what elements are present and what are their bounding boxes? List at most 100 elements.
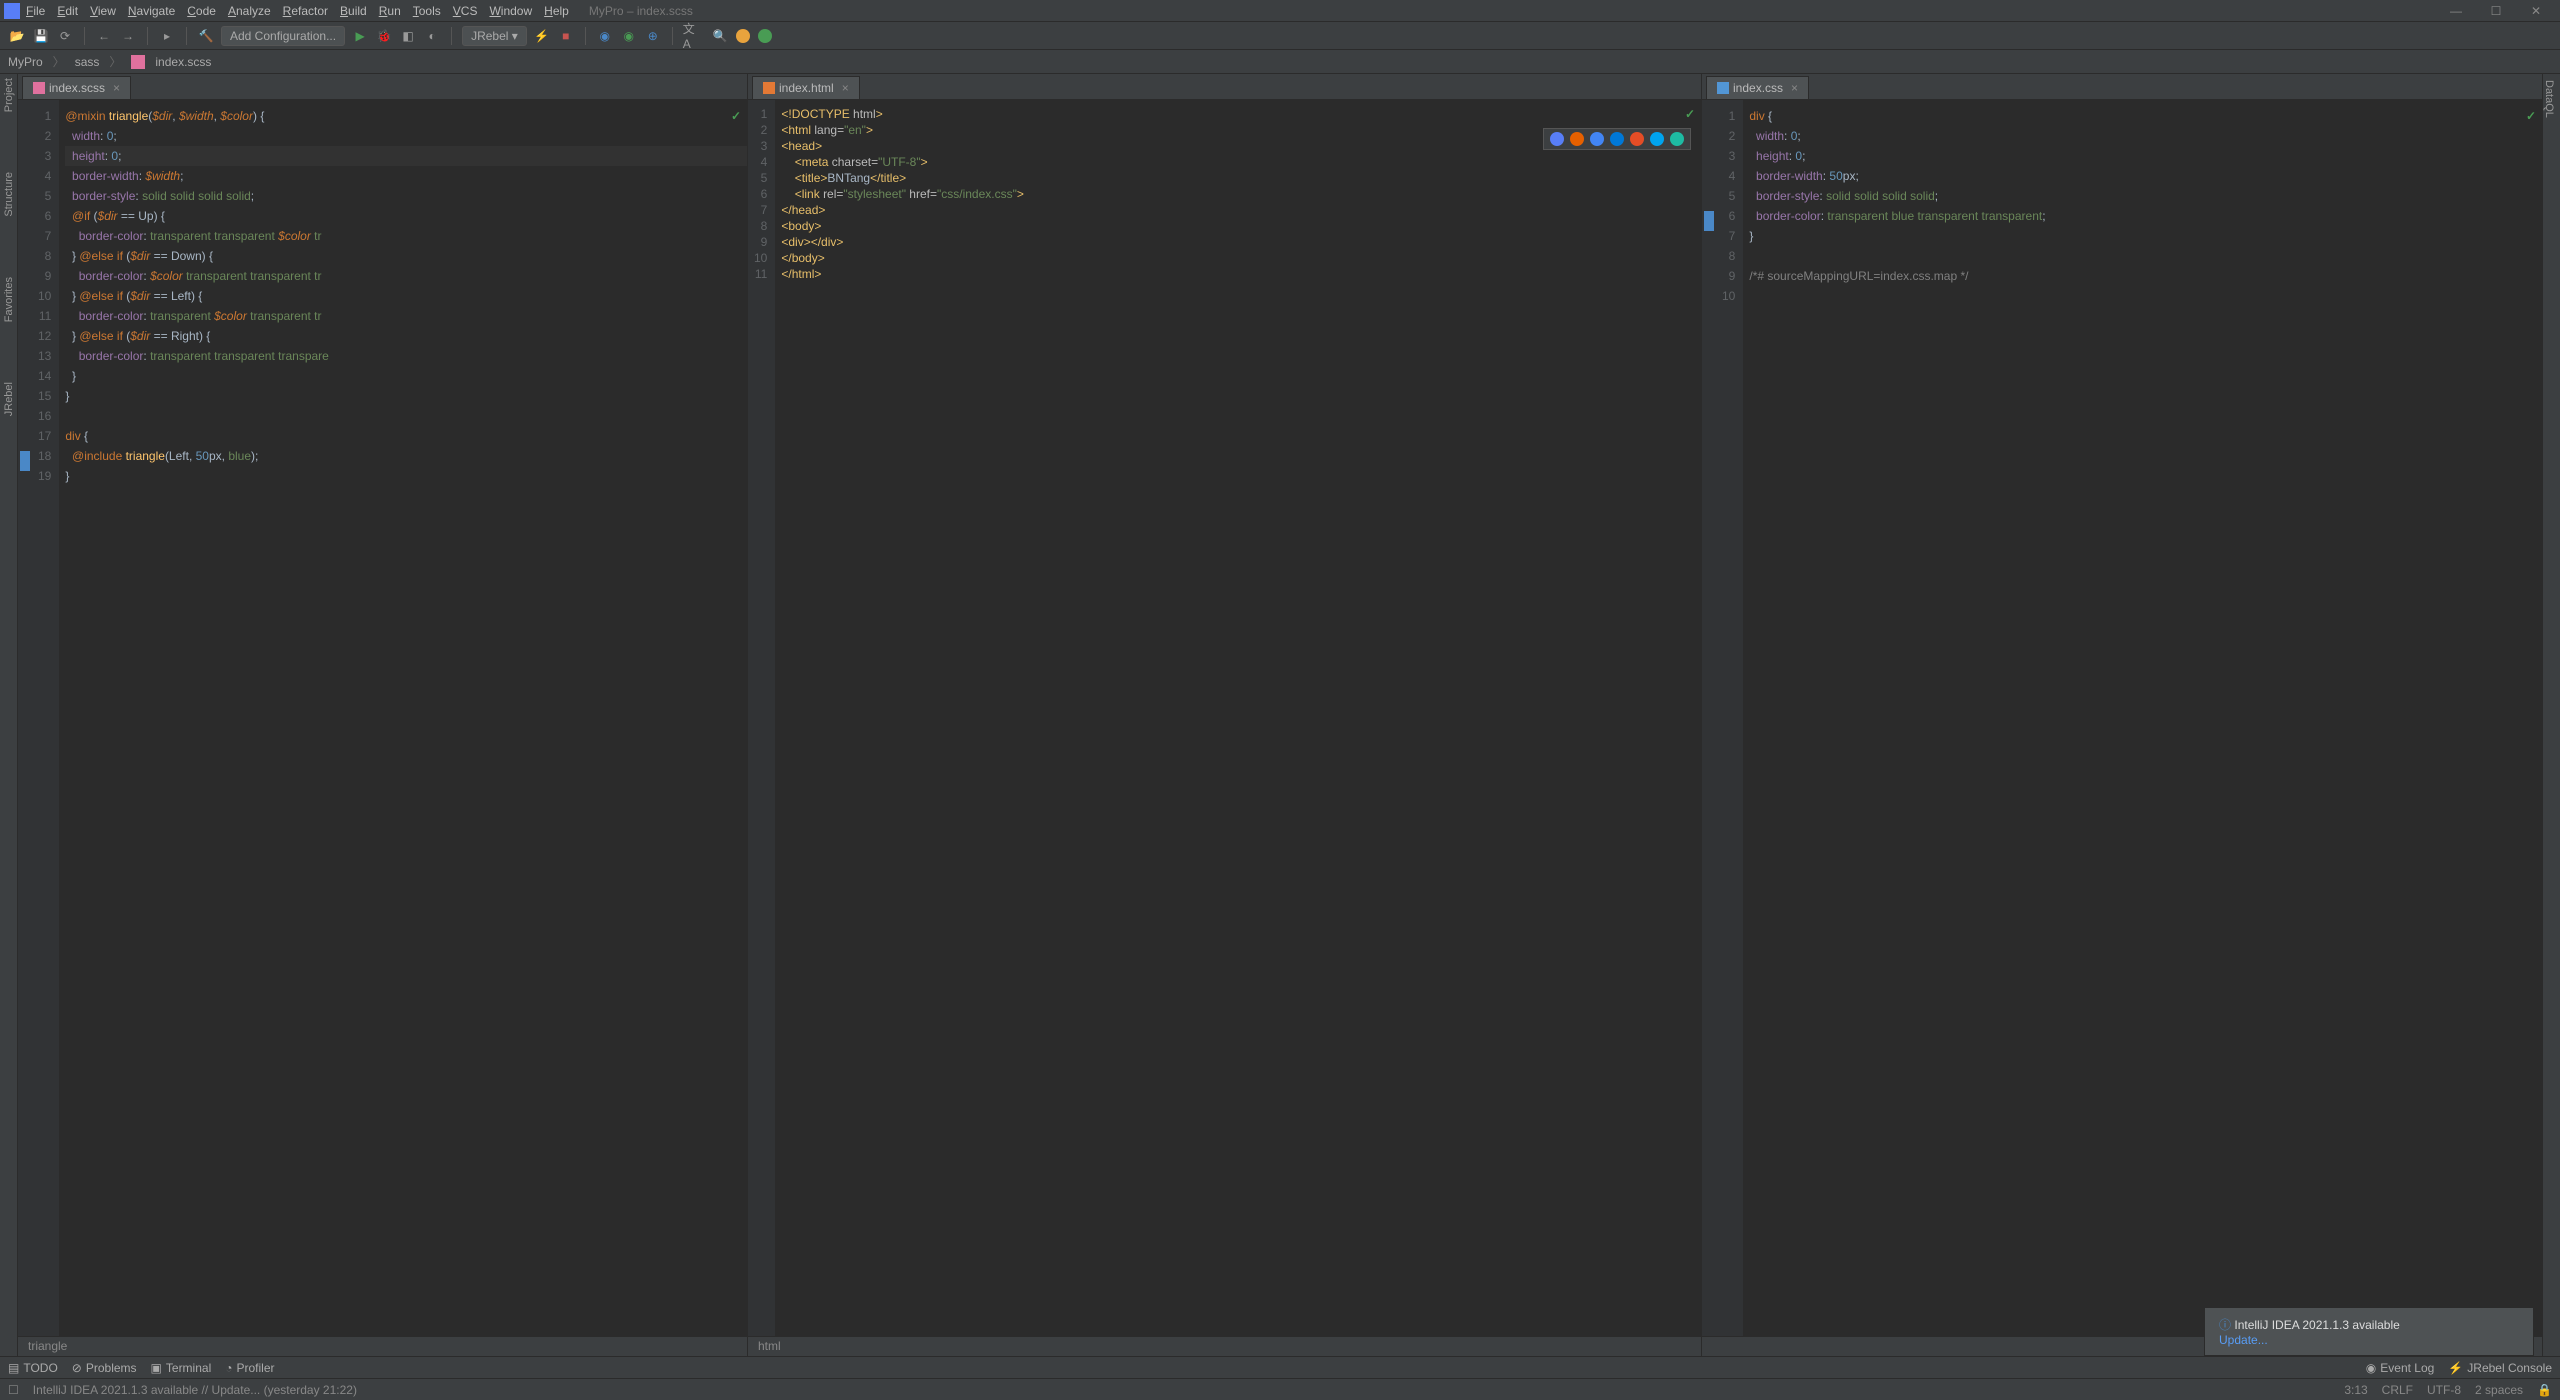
browser-icon[interactable] xyxy=(1630,132,1644,146)
editor-pane-css: index.css × ✓ 12345678910 div { width: 0… xyxy=(1702,74,2542,1336)
menu-run[interactable]: Run xyxy=(379,4,401,18)
tool-profiler[interactable]: ◔ Profiler xyxy=(225,1361,274,1375)
right-tool-strip: DataQL xyxy=(2542,74,2560,1356)
menu-tools[interactable]: Tools xyxy=(413,4,441,18)
menu-analyze[interactable]: Analyze xyxy=(228,4,271,18)
tool-structure[interactable]: Structure xyxy=(3,172,15,217)
tab-label: index.scss xyxy=(49,81,105,95)
browser-icon[interactable] xyxy=(1550,132,1564,146)
close-button[interactable]: ✕ xyxy=(2516,4,2556,18)
toolbar: 📂 💾 ⟳ ← → ▸ 🔨 Add Configuration... ▶ 🐞 ◧… xyxy=(0,22,2560,50)
editor-pane-scss: index.scss × ✓ 1234567891011121314151617… xyxy=(18,74,748,1336)
forward-button[interactable]: → xyxy=(119,27,137,45)
status-encoding[interactable]: UTF-8 xyxy=(2427,1383,2461,1397)
sync-icon[interactable]: ⟳ xyxy=(56,27,74,45)
nav-breadcrumb: MyPro 〉 sass 〉 index.scss xyxy=(0,50,2560,74)
css-editor[interactable]: ✓ 12345678910 div { width: 0; height: 0;… xyxy=(1702,100,2542,1336)
open-icon[interactable]: 📂 xyxy=(8,27,26,45)
maximize-button[interactable]: ☐ xyxy=(2476,4,2516,18)
menu-view[interactable]: View xyxy=(90,4,116,18)
notif-update-link[interactable]: Update... xyxy=(2219,1333,2519,1347)
crumb-project[interactable]: MyPro xyxy=(8,55,43,69)
html-editor[interactable]: ✓ 1234567891011 <!DOCTYPE html><html lan… xyxy=(748,100,1701,1336)
build-icon[interactable]: ▸ xyxy=(158,27,176,45)
menu-code[interactable]: Code xyxy=(187,4,216,18)
run-config-select[interactable]: Add Configuration... xyxy=(221,26,345,46)
browser-icon[interactable] xyxy=(1670,132,1684,146)
bc-scss[interactable]: triangle xyxy=(18,1337,78,1356)
crumb-folder[interactable]: sass xyxy=(75,55,100,69)
stop-button[interactable]: ■ xyxy=(557,27,575,45)
status-line-ending[interactable]: CRLF xyxy=(2382,1383,2413,1397)
browser-icon[interactable] xyxy=(1570,132,1584,146)
menu-vcs[interactable]: VCS xyxy=(453,4,478,18)
status-bar: ☐ IntelliJ IDEA 2021.1.3 available // Up… xyxy=(0,1378,2560,1400)
menu-refactor[interactable]: Refactor xyxy=(283,4,328,18)
status-lock-icon[interactable]: 🔒 xyxy=(2537,1383,2552,1397)
app-logo-icon xyxy=(4,3,20,19)
crumb-file[interactable]: index.scss xyxy=(155,55,211,69)
html-file-icon xyxy=(763,82,775,94)
tool-problems[interactable]: ⊘ Problems xyxy=(72,1361,137,1375)
close-icon[interactable]: × xyxy=(113,81,120,95)
save-icon[interactable]: 💾 xyxy=(32,27,50,45)
scss-file-icon xyxy=(131,55,145,69)
browser-icon[interactable] xyxy=(1590,132,1604,146)
tool-terminal[interactable]: ▣ Terminal xyxy=(151,1361,212,1375)
tool3-icon[interactable]: ⊕ xyxy=(644,27,662,45)
browser-preview-bar xyxy=(1543,128,1691,150)
tab-html[interactable]: index.html × xyxy=(752,76,860,99)
notif2-icon[interactable] xyxy=(758,29,772,43)
status-message[interactable]: IntelliJ IDEA 2021.1.3 available // Upda… xyxy=(33,1383,357,1397)
title-bar: File Edit View Navigate Code Analyze Refactor B… xyxy=(0,0,2560,22)
status-update-icon: ☐ xyxy=(8,1383,19,1397)
browser-icon[interactable] xyxy=(1650,132,1664,146)
status-cursor-pos: 3:13 xyxy=(2344,1383,2367,1397)
status-indent[interactable]: 2 spaces xyxy=(2475,1383,2523,1397)
tool-favorites[interactable]: Favorites xyxy=(3,277,15,322)
tool-todo[interactable]: ▤ TODO xyxy=(8,1361,58,1375)
menu-navigate[interactable]: Navigate xyxy=(128,4,175,18)
check-icon: ✓ xyxy=(2526,106,2536,126)
tool-project[interactable]: Project xyxy=(3,78,15,112)
browser-icon[interactable] xyxy=(1610,132,1624,146)
menu-edit[interactable]: Edit xyxy=(57,4,78,18)
locale-icon[interactable]: 文A xyxy=(683,27,701,45)
menu-file[interactable]: File xyxy=(26,4,45,18)
tool-dataql[interactable]: DataQL xyxy=(2543,74,2555,118)
scss-file-icon xyxy=(33,82,45,94)
tab-label: index.css xyxy=(1733,81,1783,95)
notification-popup: ⓘ IntelliJ IDEA 2021.1.3 available Updat… xyxy=(2204,1307,2534,1356)
tool-jrebel[interactable]: JRebel xyxy=(3,382,15,416)
close-icon[interactable]: × xyxy=(1791,81,1798,95)
tool-jrebel-console[interactable]: ⚡ JRebel Console xyxy=(2448,1361,2552,1375)
menu-build[interactable]: Build xyxy=(340,4,367,18)
bc-html[interactable]: html xyxy=(748,1337,792,1356)
run-button[interactable]: ▶ xyxy=(351,27,369,45)
tab-scss[interactable]: index.scss × xyxy=(22,76,131,99)
main-menu: File Edit View Navigate Code Analyze Refactor B… xyxy=(26,4,569,18)
editor-pane-html: index.html × ✓ 1234567891011 <!DOCTYPE h… xyxy=(748,74,1702,1336)
editor-breadcrumbs: triangle html xyxy=(18,1336,2542,1356)
menu-help[interactable]: Help xyxy=(544,4,569,18)
hammer-icon[interactable]: 🔨 xyxy=(197,27,215,45)
tab-css[interactable]: index.css × xyxy=(1706,76,1809,99)
css-file-icon xyxy=(1717,82,1729,94)
left-tool-strip: Project Structure Favorites JRebel xyxy=(0,74,18,1356)
tool-eventlog[interactable]: ◉ Event Log xyxy=(2366,1361,2435,1375)
jrebel-select[interactable]: JRebel ▾ xyxy=(462,26,527,46)
back-button[interactable]: ← xyxy=(95,27,113,45)
minimize-button[interactable]: — xyxy=(2436,4,2476,18)
menu-window[interactable]: Window xyxy=(489,4,532,18)
notif1-icon[interactable] xyxy=(736,29,750,43)
window-title: MyPro – index.scss xyxy=(589,4,693,18)
scss-editor[interactable]: ✓ 12345678910111213141516171819 @mixin t… xyxy=(18,100,747,1336)
tool1-icon[interactable]: ◉ xyxy=(596,27,614,45)
coverage-button[interactable]: ◧ xyxy=(399,27,417,45)
close-icon[interactable]: × xyxy=(842,81,849,95)
debug-button[interactable]: 🐞 xyxy=(375,27,393,45)
profile-button[interactable]: ◐ xyxy=(423,27,441,45)
tool2-icon[interactable]: ◉ xyxy=(620,27,638,45)
jrebel-run-icon[interactable]: ⚡ xyxy=(533,27,551,45)
search-icon[interactable]: 🔍 xyxy=(713,29,728,43)
